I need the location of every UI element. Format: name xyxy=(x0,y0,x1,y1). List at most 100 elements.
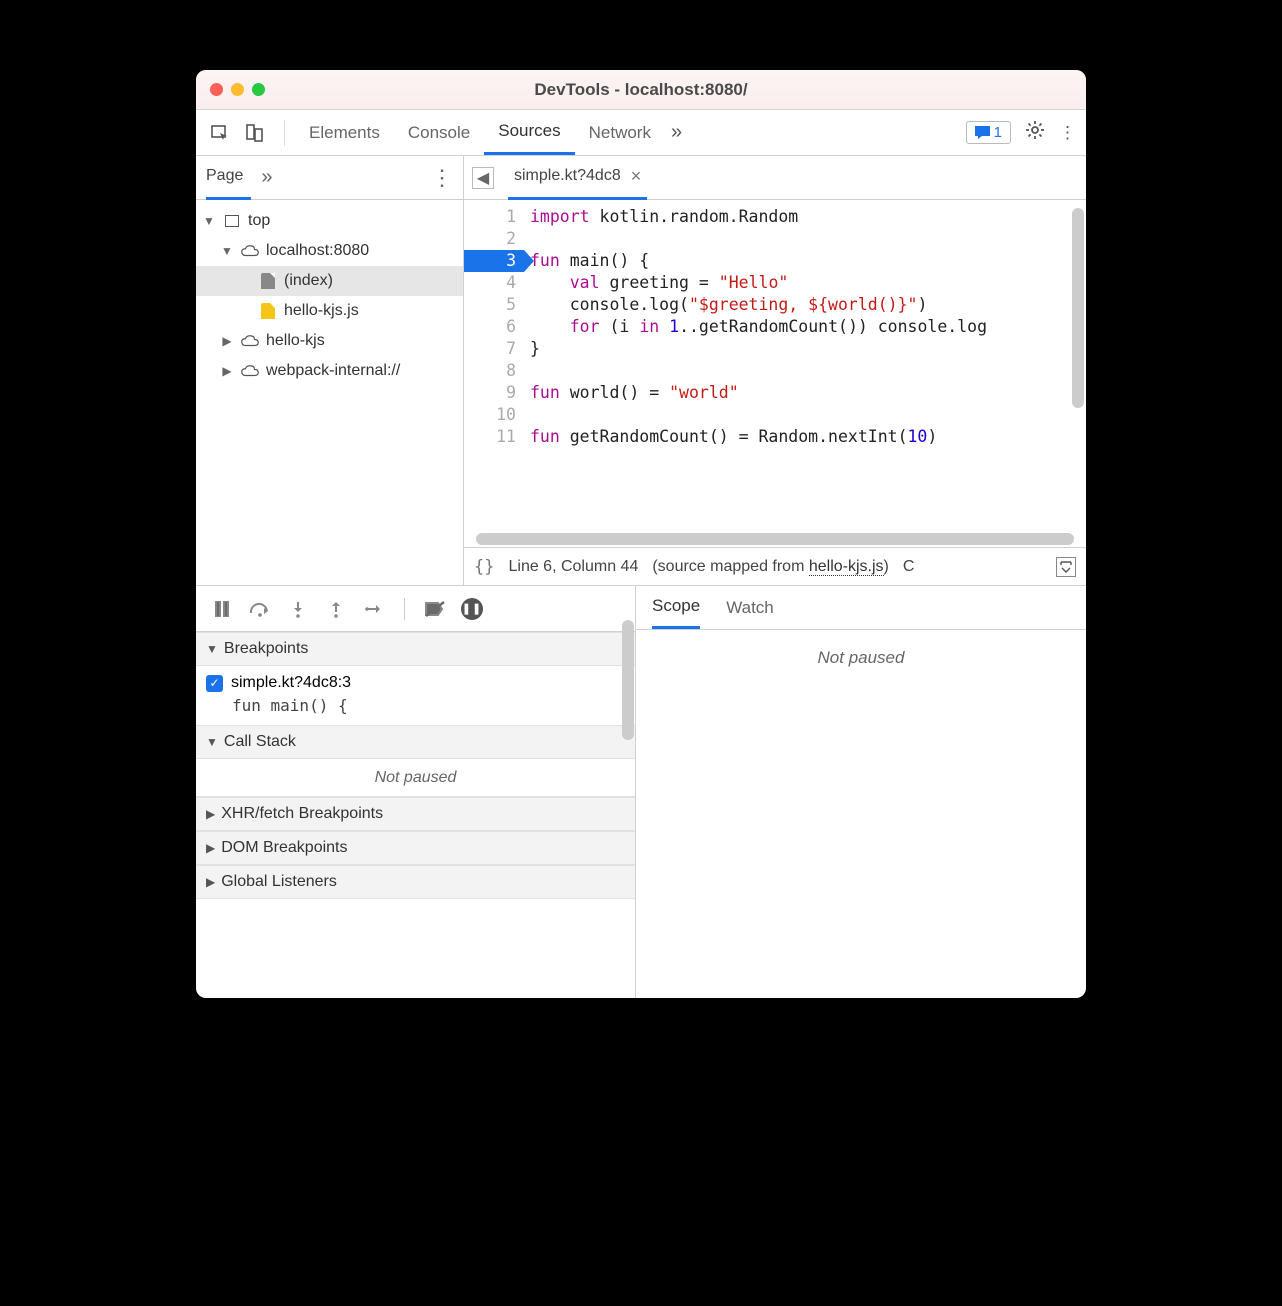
callstack-not-paused: Not paused xyxy=(196,759,635,797)
messages-count: 1 xyxy=(994,124,1002,141)
section-breakpoints[interactable]: ▼Breakpoints xyxy=(196,632,635,666)
navigator-more-chevron-icon[interactable]: » xyxy=(261,166,272,189)
tree-top-frame[interactable]: ▼ top xyxy=(196,206,463,236)
line-number[interactable]: 11 xyxy=(464,426,516,448)
line-number[interactable]: 3 xyxy=(464,250,524,272)
tab-network[interactable]: Network xyxy=(575,110,665,155)
traffic-lights xyxy=(210,83,265,96)
section-callstack[interactable]: ▼Call Stack xyxy=(196,725,635,759)
navigator-menu-kebab-icon[interactable]: ⋮ xyxy=(431,165,453,191)
tree-node-hello-kjs[interactable]: ▶ hello-kjs xyxy=(196,326,463,356)
line-number[interactable]: 4 xyxy=(464,272,516,294)
line-number[interactable]: 1 xyxy=(464,206,516,228)
cloud-icon xyxy=(240,331,260,351)
tree-label: top xyxy=(248,212,270,230)
coverage-indicator: C xyxy=(903,558,915,576)
pretty-print-button[interactable]: {} xyxy=(474,557,494,577)
close-tab-icon[interactable]: × xyxy=(631,166,642,187)
breakpoint-snippet: fun main() { xyxy=(232,696,625,715)
line-number[interactable]: 9 xyxy=(464,382,516,404)
messages-badge[interactable]: 1 xyxy=(966,121,1011,144)
breakpoint-item[interactable]: ✓ simple.kt?4dc8:3 fun main() { xyxy=(196,666,635,725)
window-title: DevTools - localhost:8080/ xyxy=(196,80,1086,100)
tab-sources[interactable]: Sources xyxy=(484,110,574,155)
devtools-window: DevTools - localhost:8080/ Elements Cons… xyxy=(196,70,1086,998)
step-over-button[interactable] xyxy=(248,597,272,621)
section-dom-breakpoints[interactable]: ▶DOM Breakpoints xyxy=(196,831,635,865)
tree-label: webpack-internal:// xyxy=(266,362,400,380)
tree-file-index[interactable]: (index) xyxy=(196,266,463,296)
titlebar: DevTools - localhost:8080/ xyxy=(196,70,1086,110)
js-file-icon xyxy=(261,303,275,319)
code-editor[interactable]: 1234567891011 import kotlin.random.Rando… xyxy=(464,200,1086,547)
more-menu-kebab-icon[interactable]: ⋮ xyxy=(1059,123,1076,143)
navigator-tab-page[interactable]: Page xyxy=(206,167,251,200)
tree-file-hello-kjs-js[interactable]: hello-kjs.js xyxy=(196,296,463,326)
line-number[interactable]: 10 xyxy=(464,404,516,426)
navigator-panel-head: Page » ⋮ xyxy=(196,156,463,200)
section-xhr-breakpoints[interactable]: ▶XHR/fetch Breakpoints xyxy=(196,797,635,831)
pause-on-exceptions-button[interactable]: ❚❚ xyxy=(461,598,483,620)
debugger-panel: ❚❚ ▼Breakpoints ✓ simple.kt?4dc8:3 fun m… xyxy=(196,586,1086,998)
source-map-link[interactable]: hello-kjs.js xyxy=(809,558,884,576)
toolbar-separator xyxy=(404,598,405,620)
vertical-scrollbar[interactable] xyxy=(1072,208,1084,408)
cloud-icon xyxy=(240,361,260,381)
tab-scope[interactable]: Scope xyxy=(652,586,700,629)
section-global-listeners[interactable]: ▶Global Listeners xyxy=(196,865,635,899)
code-content[interactable]: import kotlin.random.Randomfun main() { … xyxy=(524,200,1086,533)
toggle-navigator-icon[interactable]: ◀ xyxy=(472,167,494,189)
debugger-toolbar: ❚❚ xyxy=(196,586,635,632)
cursor-position: Line 6, Column 44 xyxy=(508,558,638,576)
cloud-icon xyxy=(240,241,260,261)
line-number[interactable]: 2 xyxy=(464,228,516,250)
breakpoint-label: simple.kt?4dc8:3 xyxy=(231,674,351,692)
close-window-button[interactable] xyxy=(210,83,223,96)
editor-tabbar: ◀ simple.kt?4dc8 × xyxy=(464,156,1086,200)
zoom-window-button[interactable] xyxy=(252,83,265,96)
editor-panel: ◀ simple.kt?4dc8 × 1234567891011 import … xyxy=(464,156,1086,585)
step-button[interactable] xyxy=(362,597,386,621)
tree-label: hello-kjs xyxy=(266,332,325,350)
editor-tab-label: simple.kt?4dc8 xyxy=(514,167,621,185)
inspect-element-icon[interactable] xyxy=(206,119,234,147)
breakpoints-panel: ❚❚ ▼Breakpoints ✓ simple.kt?4dc8:3 fun m… xyxy=(196,586,636,998)
device-toolbar-icon[interactable] xyxy=(240,119,268,147)
editor-tab-simple-kt[interactable]: simple.kt?4dc8 × xyxy=(508,156,647,200)
tree-origin-localhost[interactable]: ▼ localhost:8080 xyxy=(196,236,463,266)
scope-watch-tabs: Scope Watch xyxy=(636,586,1086,630)
line-number[interactable]: 7 xyxy=(464,338,516,360)
tree-label: (index) xyxy=(284,272,333,290)
tree-label: hello-kjs.js xyxy=(284,302,359,320)
settings-gear-icon[interactable] xyxy=(1025,120,1045,145)
deactivate-breakpoints-button[interactable] xyxy=(423,597,447,621)
show-coverage-icon[interactable] xyxy=(1056,557,1076,577)
line-number[interactable]: 6 xyxy=(464,316,516,338)
breakpoint-checkbox[interactable]: ✓ xyxy=(206,675,223,692)
navigator-panel: Page » ⋮ ▼ top ▼ localhost:8080 (index) xyxy=(196,156,464,585)
step-out-button[interactable] xyxy=(324,597,348,621)
more-tabs-chevron-icon[interactable]: » xyxy=(671,121,682,144)
pause-resume-button[interactable] xyxy=(210,597,234,621)
toolbar-separator xyxy=(284,120,285,146)
line-number[interactable]: 8 xyxy=(464,360,516,382)
source-mapped-note: (source mapped from hello-kjs.js) xyxy=(652,558,889,576)
panel-scrollbar[interactable] xyxy=(622,620,634,740)
horizontal-scrollbar[interactable] xyxy=(476,533,1074,545)
debugger-split: ❚❚ ▼Breakpoints ✓ simple.kt?4dc8:3 fun m… xyxy=(196,586,1086,998)
scope-not-paused: Not paused xyxy=(636,630,1086,998)
frame-icon xyxy=(225,215,239,227)
minimize-window-button[interactable] xyxy=(231,83,244,96)
file-tree: ▼ top ▼ localhost:8080 (index) hello-kjs… xyxy=(196,200,463,585)
main-toolbar: Elements Console Sources Network » 1 ⋮ xyxy=(196,110,1086,156)
line-gutter[interactable]: 1234567891011 xyxy=(464,200,524,537)
tab-console[interactable]: Console xyxy=(394,110,484,155)
tree-label: localhost:8080 xyxy=(266,242,369,260)
sources-upper-split: Page » ⋮ ▼ top ▼ localhost:8080 (index) xyxy=(196,156,1086,586)
line-number[interactable]: 5 xyxy=(464,294,516,316)
tab-elements[interactable]: Elements xyxy=(295,110,394,155)
step-into-button[interactable] xyxy=(286,597,310,621)
tab-watch[interactable]: Watch xyxy=(726,586,774,629)
tree-node-webpack-internal[interactable]: ▶ webpack-internal:// xyxy=(196,356,463,386)
scope-watch-panel: Scope Watch Not paused xyxy=(636,586,1086,998)
